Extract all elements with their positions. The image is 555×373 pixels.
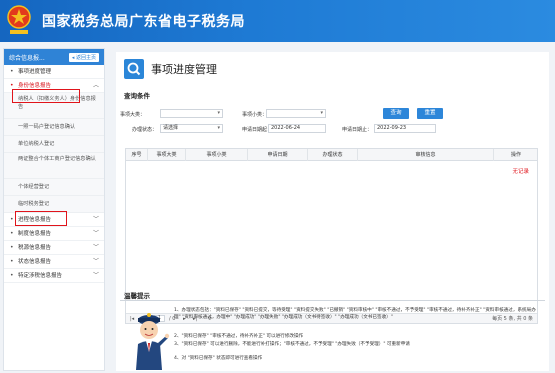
chevron-down-icon: ﹀: [92, 272, 99, 279]
bullet-icon: •: [10, 230, 14, 237]
sidebar-subitem-individual-business[interactable]: 个体经营登记: [4, 179, 104, 196]
sidebar-subitem-two-cert-confirm[interactable]: 两证整合个体工商户登记信息确认: [4, 153, 104, 179]
sidebar-item-label: 事项进度管理: [18, 69, 52, 75]
highlight-box: [12, 89, 80, 103]
bullet-icon: •: [10, 216, 14, 223]
chevron-down-icon: ▾: [217, 110, 220, 116]
chevron-down-icon: ﹀: [92, 230, 99, 237]
search-icon: [124, 59, 144, 79]
bullet-icon: •: [10, 68, 14, 75]
main-panel: 事项进度管理 查询条件 事项大类： ▾ 事项小类： ▾ 查询 重置 办理状态： …: [116, 52, 549, 371]
sidebar-item-label: 状态信息报告: [18, 259, 52, 265]
sidebar-subitem-one-license-confirm[interactable]: 一照一码户登记信息确认: [4, 119, 104, 136]
page-title: 事项进度管理: [151, 63, 217, 76]
status-select[interactable]: 请选择 ▾: [160, 124, 223, 133]
start-date-value: 2022-06-24: [271, 125, 301, 131]
tip-line-4: 4、对 "资料已保存" 状态即可进行查看操作: [174, 356, 263, 361]
tip-line-3: 3、"资料已保存" 可以进行删除，不能进行补打操作；"审核不通过，不予受理" "…: [174, 342, 410, 347]
bullet-icon: •: [10, 258, 14, 265]
sidebar-header: 综合信息报... ◂ 返回主页: [4, 49, 104, 65]
tip-line-1: 1、办理状态包括："资料已保存" "资料已提交，等待受理" "资料提交失败" "…: [174, 308, 536, 320]
sidebar-item-system-report[interactable]: • 制度信息报告 ﹀: [4, 227, 104, 241]
column-header: 操作: [510, 152, 521, 158]
tax-emblem-logo: [7, 5, 31, 34]
category-select[interactable]: ▾: [160, 109, 223, 118]
status-value: 请选择: [163, 125, 179, 131]
sidebar-item-progress-mgmt[interactable]: • 事项进度管理: [4, 65, 104, 79]
tips-divider: [120, 300, 545, 301]
tip-line-2: 2、"资料已保存" "审核不通过，待补齐补正" 可以进行修改操作: [174, 334, 304, 339]
chevron-down-icon: ﹀: [92, 244, 99, 251]
subcategory-label: 事项小类：: [242, 112, 268, 118]
status-label: 办理状态：: [132, 127, 158, 133]
sidebar-item-status-report[interactable]: • 状态信息报告 ﹀: [4, 255, 104, 269]
query-button[interactable]: 查询: [383, 108, 409, 119]
sidebar-item-specific-tax-report[interactable]: • 特定涉税信息报告 ﹀: [4, 269, 104, 283]
sidebar-item-label: 制度信息报告: [18, 231, 52, 237]
chevron-up-icon: ︿: [92, 82, 99, 89]
page-header: 事项进度管理: [124, 59, 217, 79]
end-date-input[interactable]: 2022-09-23: [374, 124, 436, 133]
sidebar-item-label: 税源信息报告: [18, 245, 52, 251]
category-label: 事项大类：: [120, 112, 146, 118]
query-section-title: 查询条件: [124, 92, 150, 100]
end-date-label: 申请日期止：: [342, 127, 373, 133]
tax-officer-mascot: [136, 313, 170, 370]
column-header: 申请日期: [248, 149, 308, 161]
table-header-row: 序号 事项大类 事项小类 申请日期 办理状态 审核信息 操作: [126, 149, 537, 161]
column-header: 事项小类: [186, 149, 248, 161]
end-date-value: 2022-09-23: [377, 125, 407, 131]
tips-title: 温馨提示: [124, 292, 150, 300]
bullet-icon: •: [10, 244, 14, 251]
empty-state-text: 无记录: [512, 169, 529, 175]
results-table: 序号 事项大类 事项小类 申请日期 办理状态 审核信息 操作 无记录 |◂ ◂ …: [125, 148, 538, 324]
sidebar-title[interactable]: 综合信息报...: [9, 53, 45, 62]
column-header: 办理状态: [308, 149, 358, 161]
chevron-down-icon: ▾: [320, 110, 323, 116]
sidebar-item-label: 特定涉税信息报告: [18, 273, 63, 279]
reset-button[interactable]: 重置: [417, 108, 443, 119]
column-header: 事项大类: [148, 149, 186, 161]
app-header: 国家税务总局广东省电子税务局: [0, 0, 555, 42]
chevron-down-icon: ﹀: [92, 216, 99, 223]
subcategory-select[interactable]: ▾: [266, 109, 326, 118]
sidebar-item-tax-source-report[interactable]: • 税源信息报告 ﹀: [4, 241, 104, 255]
app-title: 国家税务总局广东省电子税务局: [42, 14, 245, 30]
bullet-icon: •: [10, 272, 14, 279]
chevron-down-icon: ﹀: [92, 258, 99, 265]
back-home-button[interactable]: ◂ 返回主页: [68, 52, 99, 62]
start-date-input[interactable]: 2022-06-24: [268, 124, 326, 133]
column-header: 序号: [126, 149, 148, 161]
sidebar-subitem-unit-registration[interactable]: 单位纳税人登记: [4, 136, 104, 153]
column-header: 审核信息: [358, 149, 494, 161]
highlight-box: [15, 211, 67, 226]
chevron-down-icon: ▾: [217, 125, 220, 131]
